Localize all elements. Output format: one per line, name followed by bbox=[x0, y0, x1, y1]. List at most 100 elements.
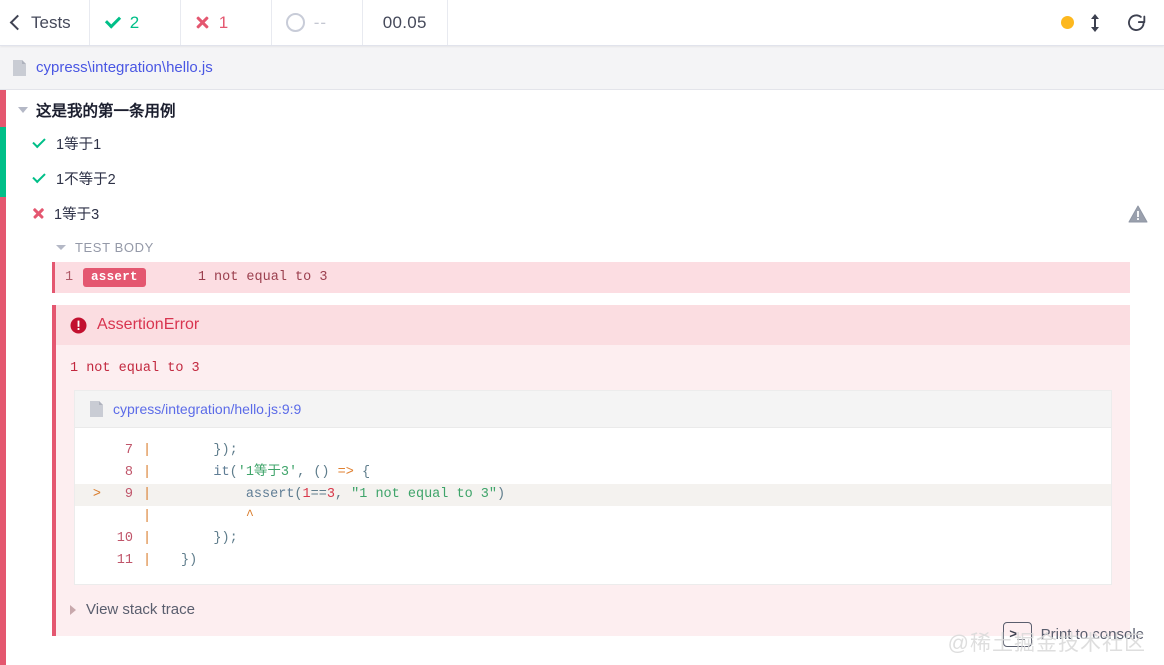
error-title-bar: AssertionError bbox=[56, 305, 1130, 345]
code-frame: cypress/integration/hello.js:9:9 7 | }); 8… bbox=[74, 390, 1112, 585]
stat-pending[interactable]: -- bbox=[272, 0, 363, 45]
code-token: { bbox=[353, 465, 371, 480]
suite-header[interactable]: 这是我的第一条用例 bbox=[6, 90, 1164, 126]
code-line-number: 10 bbox=[116, 531, 133, 546]
view-stack-trace-label: View stack trace bbox=[86, 601, 195, 618]
code-line-text: }) bbox=[157, 550, 197, 572]
code-frame-lines: 7 | }); 8 | it('1等于3', () => {>9 | assert(1=… bbox=[75, 428, 1111, 584]
code-token: it bbox=[213, 465, 230, 480]
code-frame-file-link[interactable]: cypress/integration/hello.js:9:9 bbox=[113, 401, 301, 417]
file-icon bbox=[89, 400, 104, 418]
runnables: 这是我的第一条用例 1等于1 1不等于2 1等于3 TEST BODY 1 as… bbox=[0, 90, 1164, 636]
runner-body: 这是我的第一条用例 1等于1 1不等于2 1等于3 TEST BODY 1 as… bbox=[0, 90, 1164, 665]
code-line: | ^ bbox=[75, 506, 1111, 528]
error-panel: AssertionError 1 not equal to 3 cypress/… bbox=[52, 305, 1130, 636]
code-line: >9 | assert(1==3, "1 not equal to 3") bbox=[75, 484, 1111, 506]
code-token: == bbox=[310, 487, 327, 502]
error-message: 1 not equal to 3 bbox=[70, 361, 200, 376]
duration-display: 00.05 bbox=[363, 0, 448, 45]
code-line: 11 |}) bbox=[75, 550, 1111, 572]
stat-failed[interactable]: 1 bbox=[181, 0, 272, 45]
code-token: ( bbox=[294, 487, 303, 502]
code-token: , bbox=[297, 465, 314, 480]
error-name: AssertionError bbox=[97, 316, 200, 333]
code-line-number: 8 bbox=[124, 465, 133, 480]
reload-icon[interactable] bbox=[1116, 12, 1148, 34]
code-token: ) bbox=[496, 487, 506, 502]
test-body-header[interactable]: TEST BODY bbox=[52, 231, 1130, 262]
resize-vertical-icon[interactable] bbox=[1088, 13, 1102, 33]
back-to-tests-button[interactable]: Tests bbox=[0, 0, 90, 45]
spec-file-bar: cypress\integration\hello.js bbox=[0, 46, 1164, 90]
header-spacer bbox=[448, 0, 1061, 45]
error-circle-icon bbox=[70, 317, 87, 334]
code-token: "1 not equal to 3" bbox=[351, 487, 497, 502]
stripe-segment bbox=[0, 197, 6, 665]
circle-icon bbox=[285, 13, 305, 32]
header-controls bbox=[1061, 0, 1164, 45]
code-token: '1等于3' bbox=[237, 465, 298, 480]
code-line-text: it('1等于3', () => { bbox=[157, 462, 370, 484]
code-line-number: 9 bbox=[124, 487, 133, 502]
command-number: 1 bbox=[64, 270, 74, 285]
view-stack-trace-toggle[interactable]: View stack trace bbox=[56, 585, 1130, 634]
suite-title-label: 这是我的第一条用例 bbox=[36, 103, 176, 120]
code-token: 3 bbox=[326, 487, 335, 502]
check-icon bbox=[104, 14, 121, 31]
stat-passed[interactable]: 2 bbox=[90, 0, 181, 45]
test-row-failed[interactable]: 1等于3 bbox=[6, 196, 1164, 231]
code-frame-header: cypress/integration/hello.js:9:9 bbox=[75, 391, 1111, 428]
code-token: }) bbox=[181, 553, 198, 568]
code-line-text: ^ bbox=[157, 506, 254, 528]
code-line-divider: | bbox=[143, 443, 152, 458]
spec-file-path[interactable]: cypress\integration\hello.js bbox=[36, 59, 213, 76]
code-line-text: assert(1==3, "1 not equal to 3") bbox=[157, 484, 505, 506]
warning-icon[interactable] bbox=[1128, 204, 1148, 223]
code-line: 8 | it('1等于3', () => { bbox=[75, 462, 1111, 484]
code-token: => bbox=[337, 465, 354, 480]
failed-count: 1 bbox=[218, 12, 229, 32]
command-row[interactable]: 1 assert 1 not equal to 3 bbox=[52, 262, 1130, 293]
command-message: 1 not equal to 3 bbox=[197, 270, 328, 285]
code-token: ( bbox=[229, 465, 238, 480]
code-line-number: 11 bbox=[116, 553, 133, 568]
code-line-divider: | bbox=[143, 465, 152, 480]
code-line-divider: | bbox=[143, 531, 152, 546]
code-token: assert bbox=[245, 487, 295, 502]
code-line-divider: | bbox=[143, 553, 152, 568]
x-icon bbox=[32, 207, 45, 220]
code-token: () bbox=[313, 465, 330, 480]
chevron-down-icon[interactable] bbox=[18, 107, 28, 113]
x-icon bbox=[195, 15, 210, 30]
back-to-tests-label: Tests bbox=[31, 12, 71, 32]
status-dot-icon[interactable] bbox=[1061, 16, 1074, 29]
test-row[interactable]: 1等于1 bbox=[6, 126, 1164, 161]
test-name: 1等于3 bbox=[54, 207, 100, 223]
code-token: ^ bbox=[245, 509, 254, 524]
code-token: , bbox=[334, 487, 352, 502]
file-icon bbox=[12, 59, 27, 77]
test-body-label: TEST BODY bbox=[75, 240, 154, 255]
code-line-text: }); bbox=[157, 528, 238, 550]
chevron-right-icon[interactable] bbox=[70, 604, 76, 615]
code-line-divider: | bbox=[143, 487, 152, 502]
test-name: 1等于1 bbox=[56, 137, 102, 153]
print-to-console-label: Print to console bbox=[1040, 626, 1144, 643]
code-line-divider: | bbox=[143, 509, 152, 524]
runner-header: Tests 2 1 -- 00.05 bbox=[0, 0, 1164, 46]
code-line: 10 | }); bbox=[75, 528, 1111, 550]
chevron-left-icon bbox=[9, 14, 26, 31]
code-line-text: }); bbox=[157, 440, 238, 462]
chevron-down-icon[interactable] bbox=[56, 245, 66, 250]
code-line-number: 7 bbox=[124, 443, 133, 458]
test-row[interactable]: 1不等于2 bbox=[6, 161, 1164, 196]
print-to-console-button[interactable]: >_ Print to console bbox=[1002, 622, 1144, 647]
code-token: }); bbox=[213, 443, 238, 458]
code-token: }); bbox=[213, 531, 238, 546]
